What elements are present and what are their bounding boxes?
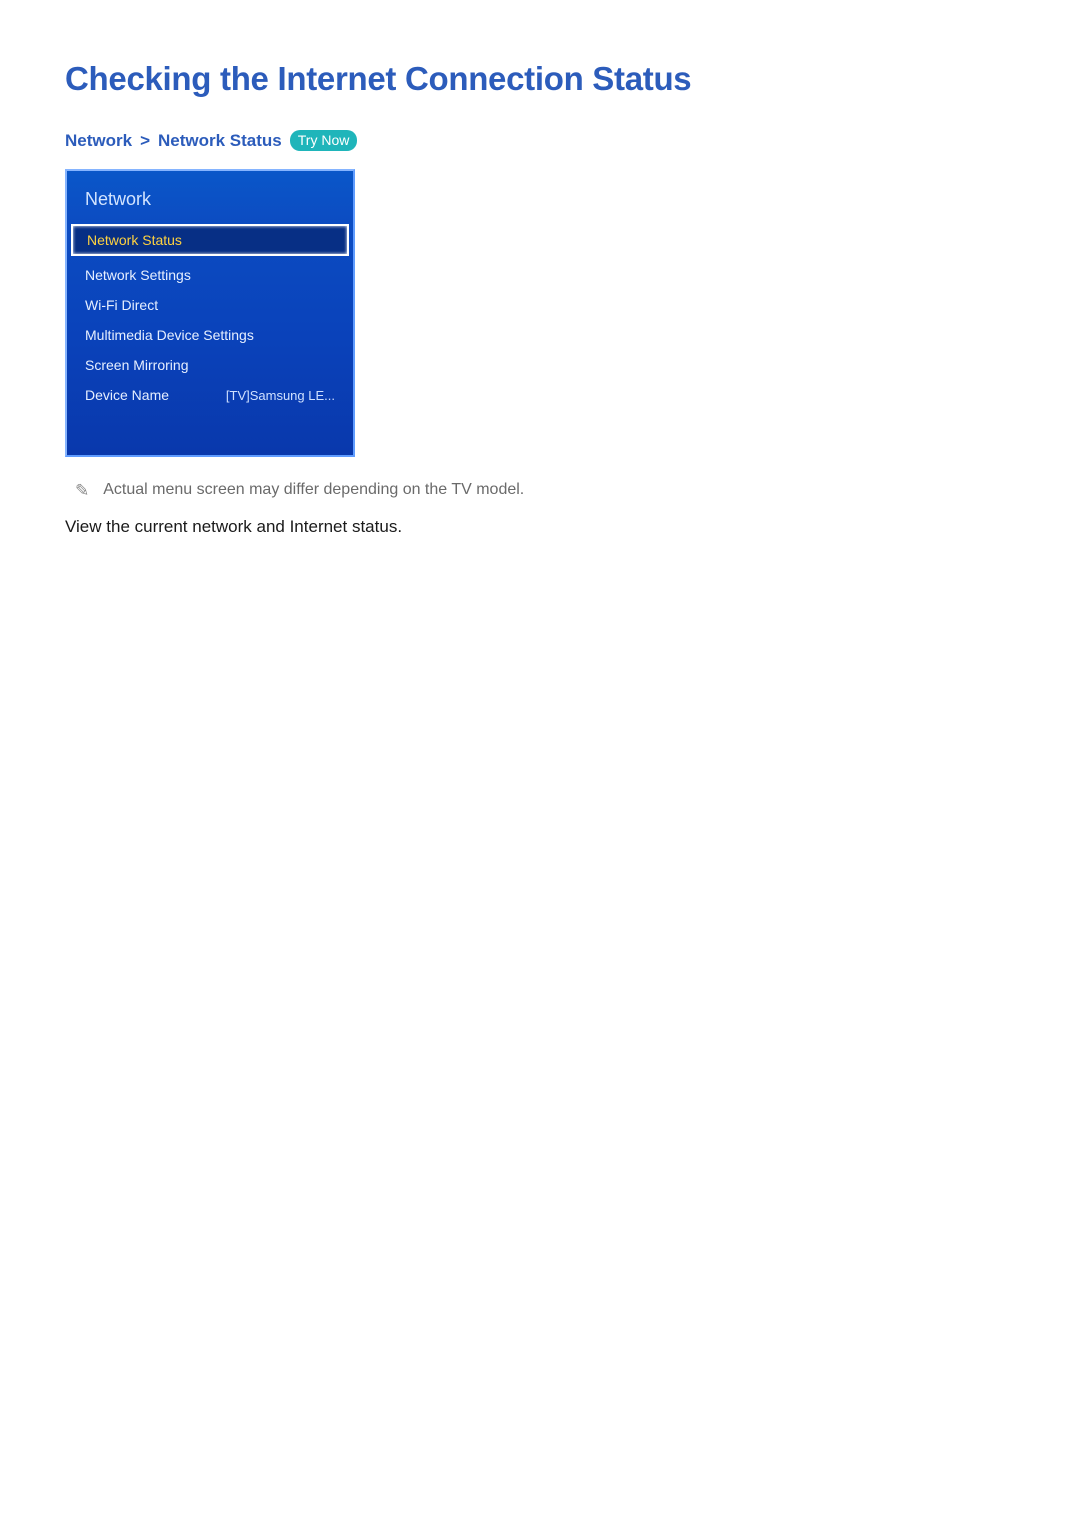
menu-item-label: Wi-Fi Direct (85, 297, 158, 313)
page-title: Checking the Internet Connection Status (65, 60, 1015, 98)
note-row: ✎ Actual menu screen may differ dependin… (65, 481, 1015, 499)
breadcrumb-network[interactable]: Network (65, 131, 132, 151)
menu-item-network-status[interactable]: Network Status (71, 224, 349, 256)
menu-item-multimedia-device-settings[interactable]: Multimedia Device Settings (67, 320, 353, 350)
breadcrumb-separator: > (140, 131, 150, 151)
menu-item-value: [TV]Samsung LE... (226, 388, 335, 403)
breadcrumb-network-status[interactable]: Network Status (158, 131, 282, 151)
pencil-icon: ✎ (75, 481, 89, 499)
menu-item-label: Multimedia Device Settings (85, 327, 254, 343)
menu-header: Network (67, 171, 353, 224)
network-menu-panel: Network Network Status Network Settings … (65, 169, 355, 457)
menu-item-network-settings[interactable]: Network Settings (67, 260, 353, 290)
menu-item-label: Network Settings (85, 267, 191, 283)
menu-item-wifi-direct[interactable]: Wi-Fi Direct (67, 290, 353, 320)
menu-item-label: Screen Mirroring (85, 357, 188, 373)
menu-item-screen-mirroring[interactable]: Screen Mirroring (67, 350, 353, 380)
breadcrumb: Network > Network Status Try Now (65, 130, 1015, 151)
try-now-badge[interactable]: Try Now (290, 130, 358, 151)
note-text: Actual menu screen may differ depending … (103, 481, 524, 499)
body-text: View the current network and Internet st… (65, 517, 1015, 537)
menu-item-label: Network Status (87, 232, 182, 248)
menu-item-label: Device Name (85, 387, 169, 403)
menu-item-device-name[interactable]: Device Name [TV]Samsung LE... (67, 380, 353, 410)
